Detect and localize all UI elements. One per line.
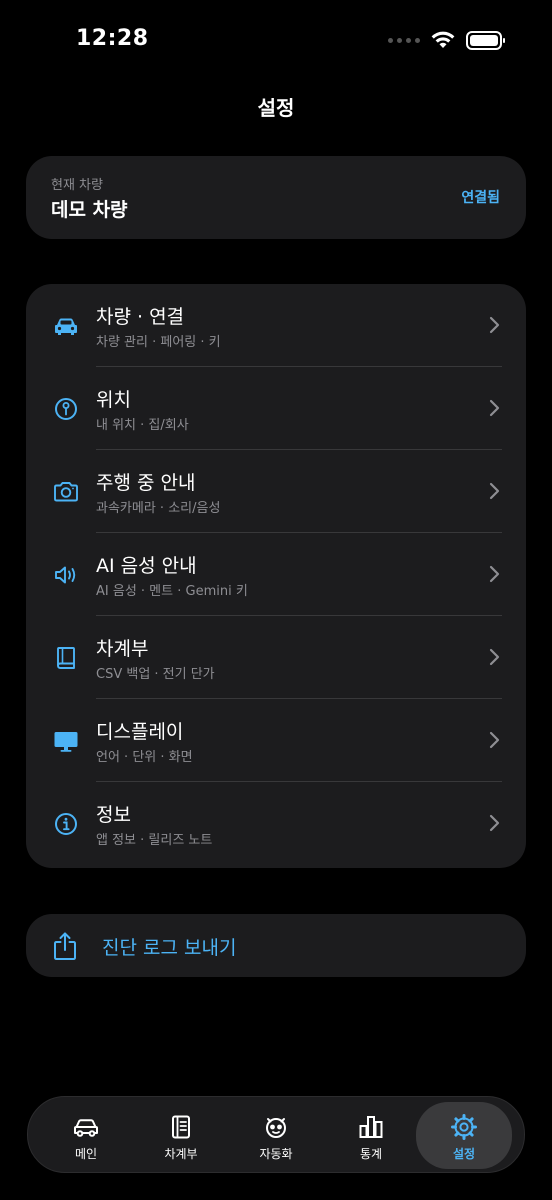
chevron-right-icon <box>489 814 500 832</box>
menu-item-ai-voice[interactable]: AI 음성 안내 AI 음성 · 멘트 · Gemini 키 <box>26 533 526 616</box>
menu-item-subtitle: 차량 관리 · 페어링 · 키 <box>96 335 221 350</box>
menu-item-title: 차량 · 연결 <box>96 306 185 328</box>
car-icon <box>72 1113 100 1141</box>
menu-item-title: 위치 <box>96 389 131 411</box>
speaker-icon <box>52 561 80 589</box>
tab-label: 메인 <box>74 1147 98 1161</box>
bar-chart-icon <box>357 1113 385 1141</box>
chevron-right-icon <box>489 399 500 417</box>
info-icon <box>52 810 80 838</box>
menu-item-title: 디스플레이 <box>96 721 184 743</box>
signal-dots-icon <box>388 37 420 43</box>
current-vehicle-card[interactable]: 현재 차량 데모 차량 연결됨 <box>26 156 526 239</box>
menu-item-subtitle: AI 음성 · 멘트 · Gemini 키 <box>96 584 248 599</box>
tab-logbook[interactable]: 차계부 <box>133 1097 229 1174</box>
tab-label: 자동화 <box>259 1147 293 1161</box>
chevron-right-icon <box>489 565 500 583</box>
battery-icon <box>466 30 505 50</box>
status-time: 12:28 <box>76 26 149 51</box>
menu-item-title: 차계부 <box>96 638 149 660</box>
tab-label: 차계부 <box>164 1147 198 1161</box>
chevron-right-icon <box>489 731 500 749</box>
menu-item-driving-alerts[interactable]: 주행 중 안내 과속카메라 · 소리/음성 <box>26 450 526 533</box>
share-icon <box>54 932 76 960</box>
menu-item-display[interactable]: 디스플레이 언어 · 단위 · 화면 <box>26 699 526 782</box>
battery-fill <box>470 34 498 46</box>
menu-item-info[interactable]: 정보 앱 정보 · 릴리즈 노트 <box>26 782 526 865</box>
chevron-right-icon <box>489 316 500 334</box>
chevron-right-icon <box>489 482 500 500</box>
menu-item-subtitle: 내 위치 · 집/회사 <box>96 418 189 433</box>
menu-item-subtitle: 과속카메라 · 소리/음성 <box>96 501 221 516</box>
menu-item-subtitle: CSV 백업 · 전기 단가 <box>96 667 215 682</box>
car-icon <box>52 312 80 340</box>
tab-bar: 메인 차계부 자동화 통계 설정 <box>27 1096 525 1173</box>
book-icon <box>52 644 80 672</box>
robot-icon <box>262 1113 290 1141</box>
menu-item-logbook[interactable]: 차계부 CSV 백업 · 전기 단가 <box>26 616 526 699</box>
menu-item-title: 주행 중 안내 <box>96 472 196 494</box>
current-vehicle-caption: 현재 차량 <box>51 178 103 193</box>
status-bar: 12:28 <box>0 0 552 80</box>
tab-settings[interactable]: 설정 <box>416 1102 512 1169</box>
status-icons <box>388 30 505 50</box>
tab-label: 설정 <box>452 1147 476 1161</box>
send-logs-label: 진단 로그 보내기 <box>102 937 237 959</box>
tab-main[interactable]: 메인 <box>38 1097 134 1174</box>
chevron-right-icon <box>489 648 500 666</box>
page-title: 설정 <box>257 96 295 120</box>
menu-item-location[interactable]: 위치 내 위치 · 집/회사 <box>26 367 526 450</box>
display-icon <box>52 727 80 755</box>
menu-item-vehicle-connection[interactable]: 차량 · 연결 차량 관리 · 페어링 · 키 <box>26 284 526 367</box>
tab-automation[interactable]: 자동화 <box>228 1097 324 1174</box>
menu-item-subtitle: 언어 · 단위 · 화면 <box>96 750 193 765</box>
send-logs-button[interactable]: 진단 로그 보내기 <box>26 914 526 977</box>
camera-icon <box>52 478 80 506</box>
connection-status: 연결됨 <box>461 190 500 206</box>
wifi-icon <box>431 31 455 48</box>
tab-statistics[interactable]: 통계 <box>323 1097 419 1174</box>
menu-item-title: 정보 <box>96 804 131 826</box>
settings-menu: 차량 · 연결 차량 관리 · 페어링 · 키 위치 내 위치 · 집/회사 주… <box>26 284 526 868</box>
gear-icon <box>450 1113 478 1141</box>
current-vehicle-name: 데모 차량 <box>51 199 128 221</box>
notebook-icon <box>167 1113 195 1141</box>
tab-label: 통계 <box>359 1147 383 1161</box>
menu-item-subtitle: 앱 정보 · 릴리즈 노트 <box>96 833 213 848</box>
location-pin-icon <box>52 395 80 423</box>
menu-item-title: AI 음성 안내 <box>96 555 197 577</box>
